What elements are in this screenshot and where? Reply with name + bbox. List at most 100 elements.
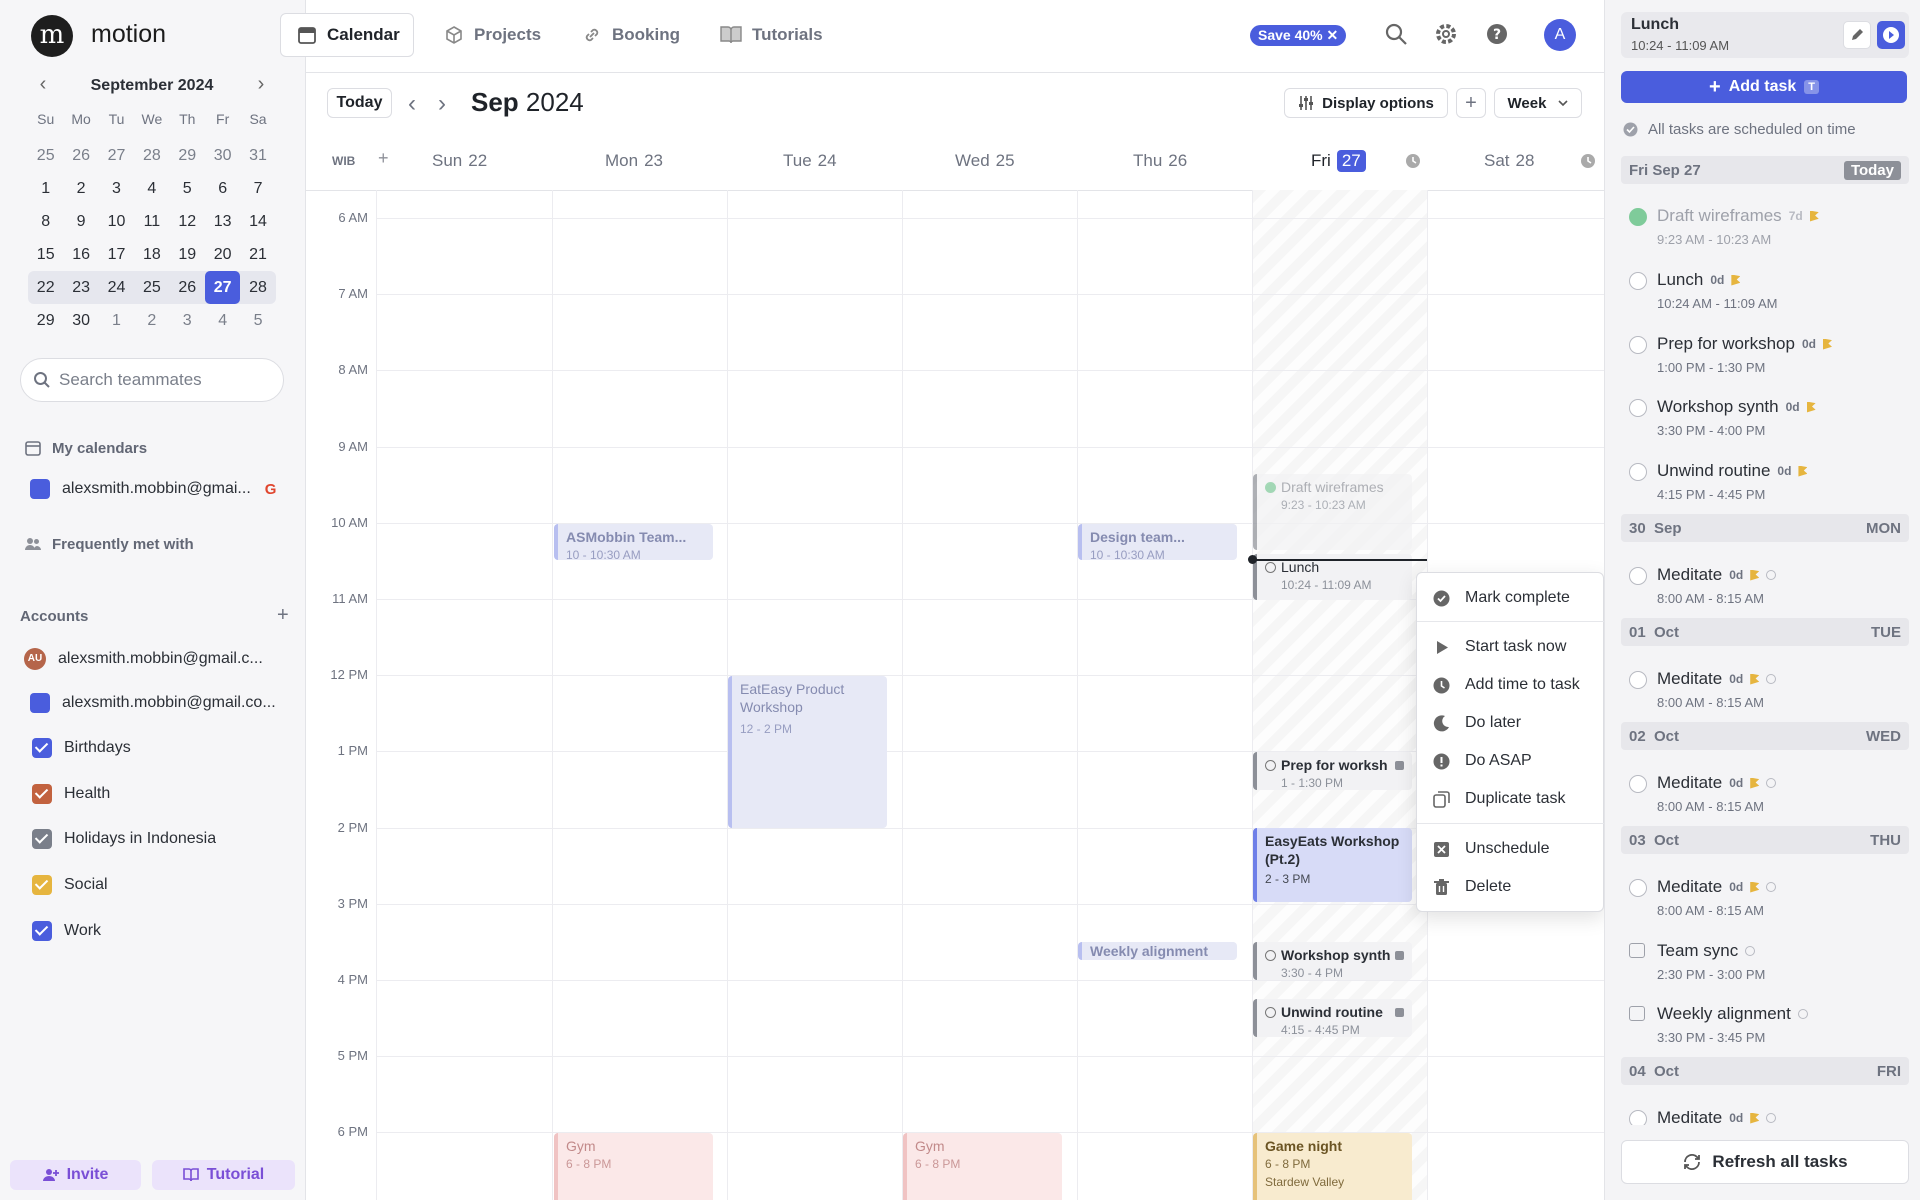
circle-icon[interactable] [1629, 567, 1647, 585]
task-item[interactable]: Draft wireframes 7d 9:23 AM - 10:23 AM [1621, 202, 1909, 264]
mini-cal-day[interactable]: 4 [205, 304, 240, 337]
mini-cal-day[interactable]: 16 [63, 238, 98, 271]
event-item[interactable]: Team sync 2:30 PM - 3:00 PM [1621, 937, 1909, 999]
checkbox[interactable] [32, 738, 52, 758]
menu-delete[interactable]: Delete [1417, 870, 1605, 904]
task-item[interactable]: Unwind routine 0d 4:15 PM - 4:45 PM [1621, 457, 1909, 519]
calendar-toggle-work[interactable]: Work [32, 916, 101, 946]
mini-cal-day[interactable]: 12 [170, 205, 205, 238]
mini-cal-day[interactable]: 17 [99, 238, 134, 271]
menu-do-asap[interactable]: Do ASAP [1417, 744, 1605, 778]
day-header-wed[interactable]: Wed 25 [955, 150, 1015, 172]
mini-cal-day[interactable]: 24 [99, 271, 134, 304]
task-item[interactable]: Meditate 0d 8:00 AM - 8:15 AM [1621, 665, 1909, 727]
mini-cal-day[interactable]: 2 [134, 304, 169, 337]
mini-cal-next-icon[interactable]: › [248, 72, 274, 98]
tab-tutorials[interactable]: Tutorials [704, 13, 839, 57]
invite-button[interactable]: Invite [10, 1160, 141, 1190]
my-calendars-header[interactable]: My calendars [24, 433, 147, 463]
mini-cal-day[interactable]: 20 [205, 238, 240, 271]
menu-mark-complete[interactable]: Mark complete [1417, 581, 1605, 615]
circle-icon[interactable] [1629, 775, 1647, 793]
day-header-thu[interactable]: Thu 26 [1133, 150, 1187, 172]
close-icon[interactable]: ✕ [1327, 27, 1339, 43]
mini-cal-day[interactable]: 14 [240, 205, 275, 238]
mini-cal-day[interactable]: 19 [170, 238, 205, 271]
menu-start-task-now[interactable]: Start task now [1417, 630, 1605, 664]
mini-cal-day[interactable]: 15 [28, 238, 63, 271]
menu-add-time[interactable]: Add time to task [1417, 668, 1605, 702]
mini-cal-day[interactable]: 21 [240, 238, 275, 271]
mini-cal-day[interactable]: 25 [28, 139, 63, 172]
mini-cal-day[interactable]: 30 [205, 139, 240, 172]
circle-icon[interactable] [1629, 463, 1647, 481]
search-teammates[interactable] [20, 358, 284, 402]
mini-cal-day[interactable]: 25 [134, 271, 169, 304]
clock-icon[interactable] [1405, 153, 1421, 169]
task-item[interactable]: Meditate 0d 8:00 AM - 8:15 AM [1621, 561, 1909, 623]
mini-cal-day[interactable]: 30 [63, 304, 98, 337]
calendar-event[interactable]: Design team... 10 - 10:30 AM [1078, 524, 1237, 560]
clock-icon[interactable] [1580, 153, 1596, 169]
account-row[interactable]: AU alexsmith.mobbin@gmail.c... [24, 644, 263, 674]
task-item[interactable]: Workshop synth 0d 3:30 PM - 4:00 PM [1621, 393, 1909, 455]
mini-cal-day[interactable]: 2 [63, 172, 98, 205]
mini-cal-day[interactable]: 18 [134, 238, 169, 271]
tab-booking[interactable]: Booking [566, 13, 696, 57]
mini-cal-day[interactable]: 26 [170, 271, 205, 304]
mini-cal-day[interactable]: 9 [63, 205, 98, 238]
circle-icon[interactable] [1629, 399, 1647, 417]
add-timezone-icon[interactable]: + [378, 148, 389, 169]
checkbox[interactable] [32, 875, 52, 895]
mini-cal-day[interactable]: 27 [99, 139, 134, 172]
display-options-button[interactable]: Display options [1284, 88, 1448, 118]
circle-icon[interactable] [1629, 1110, 1647, 1126]
mini-cal-day[interactable]: 26 [63, 139, 98, 172]
task-block[interactable]: Unwind routine 4:15 - 4:45 PM [1253, 999, 1412, 1037]
menu-duplicate-task[interactable]: Duplicate task [1417, 782, 1605, 816]
mini-cal-day[interactable]: 4 [134, 172, 169, 205]
menu-unschedule[interactable]: Unschedule [1417, 832, 1605, 866]
frequently-met-header[interactable]: Frequently met with [24, 529, 194, 559]
day-header-fri[interactable]: Fri 27 [1311, 150, 1366, 172]
calendar-toggle-social[interactable]: Social [32, 870, 108, 900]
save-discount-badge[interactable]: Save 40% ✕ [1250, 25, 1347, 46]
checkbox[interactable] [32, 829, 52, 849]
task-item[interactable]: Lunch 0d 10:24 AM - 11:09 AM [1621, 266, 1909, 328]
calendar-event[interactable]: EatEasy Product Workshop 12 - 2 PM [728, 676, 887, 828]
help-icon[interactable]: ? [1485, 22, 1511, 48]
mini-cal-day[interactable]: 3 [99, 172, 134, 205]
current-task-card[interactable]: Lunch 10:24 - 11:09 AM [1621, 12, 1909, 58]
mini-cal-day[interactable]: 31 [240, 139, 275, 172]
task-item[interactable]: Prep for workshop 0d 1:00 PM - 1:30 PM [1621, 330, 1909, 392]
calendar-toggle-holidays[interactable]: Holidays in Indonesia [32, 824, 216, 854]
day-header-mon[interactable]: Mon 23 [605, 150, 663, 172]
tutorial-button[interactable]: Tutorial [152, 1160, 295, 1190]
calendar-event[interactable]: Game night 6 - 8 PM Stardew Valley [1253, 1133, 1412, 1200]
task-block[interactable]: Draft wireframes 9:23 - 10:23 AM [1253, 474, 1412, 550]
calendar-event[interactable]: Gym 6 - 8 PM [903, 1133, 1062, 1200]
mini-cal-day[interactable]: 23 [63, 271, 98, 304]
prev-week-icon[interactable]: ‹ [408, 90, 416, 118]
mini-cal-day[interactable]: 29 [28, 304, 63, 337]
mini-cal-day[interactable]: 3 [170, 304, 205, 337]
day-header-tue[interactable]: Tue 24 [783, 150, 837, 172]
gear-icon[interactable] [1434, 22, 1460, 48]
task-item[interactable]: Meditate 0d [1621, 1104, 1909, 1126]
day-header-sun[interactable]: Sun 22 [432, 150, 487, 172]
add-task-button[interactable]: + Add task T [1621, 71, 1907, 103]
task-item[interactable]: Meditate 0d 8:00 AM - 8:15 AM [1621, 873, 1909, 935]
mini-cal-day[interactable]: 13 [205, 205, 240, 238]
mini-cal-day[interactable]: 6 [205, 172, 240, 205]
mini-cal-day[interactable]: 1 [99, 304, 134, 337]
mini-cal-day[interactable]: 28 [240, 271, 275, 304]
today-button[interactable]: Today [327, 88, 392, 118]
mini-cal-prev-icon[interactable]: ‹ [30, 72, 56, 98]
mini-cal-today[interactable]: 27 [204, 271, 241, 304]
task-block[interactable]: Prep for worksh 1 - 1:30 PM [1253, 752, 1412, 790]
mini-cal-day[interactable]: 5 [240, 304, 275, 337]
refresh-all-tasks-button[interactable]: Refresh all tasks [1621, 1140, 1909, 1184]
search-icon[interactable] [1384, 22, 1410, 48]
circle-icon[interactable] [1629, 671, 1647, 689]
calendar-event[interactable]: Weekly alignment [1078, 942, 1237, 960]
